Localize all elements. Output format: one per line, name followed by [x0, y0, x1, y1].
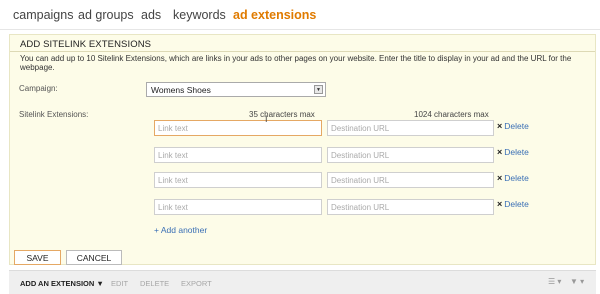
- delete-button[interactable]: DELETE: [140, 279, 169, 288]
- bottom-toolbar: ADD AN EXTENSION ▼ EDIT DELETE EXPORT ☰ …: [9, 270, 596, 294]
- campaign-select[interactable]: Womens Shoes ▼: [146, 82, 326, 97]
- edit-button[interactable]: EDIT: [111, 279, 128, 288]
- tab-ad-groups[interactable]: ad groups: [78, 8, 134, 22]
- text-cursor-icon: I: [265, 114, 268, 124]
- delete-link[interactable]: Delete: [504, 199, 529, 209]
- link-text-hint: 35 characters max: [249, 110, 315, 119]
- destination-url-input[interactable]: Destination URL: [327, 120, 494, 136]
- close-icon: ×: [497, 199, 503, 209]
- delete-row-button[interactable]: × Delete: [497, 147, 529, 157]
- link-text-input[interactable]: Link text: [154, 147, 322, 163]
- delete-row-button[interactable]: × Delete: [497, 199, 529, 209]
- link-text-input[interactable]: Link text: [154, 199, 322, 215]
- save-button[interactable]: SAVE: [14, 250, 61, 265]
- panel-description: You can add up to 10 Sitelink Extensions…: [20, 54, 572, 72]
- add-extension-button[interactable]: ADD AN EXTENSION ▼: [20, 279, 104, 288]
- delete-link[interactable]: Delete: [504, 173, 529, 183]
- destination-url-input[interactable]: Destination URL: [327, 172, 494, 188]
- columns-icon[interactable]: ☰ ▾: [548, 277, 561, 286]
- chevron-down-icon[interactable]: ▼: [314, 85, 323, 94]
- url-hint: 1024 characters max: [414, 110, 489, 119]
- delete-row-button[interactable]: × Delete: [497, 173, 529, 183]
- campaign-select-value: Womens Shoes: [151, 85, 211, 95]
- link-text-input[interactable]: Link text: [154, 120, 322, 136]
- filter-icon[interactable]: ▼ ▾: [570, 277, 584, 286]
- delete-link[interactable]: Delete: [504, 147, 529, 157]
- export-button[interactable]: EXPORT: [181, 279, 212, 288]
- close-icon: ×: [497, 121, 503, 131]
- cancel-button[interactable]: CANCEL: [66, 250, 122, 265]
- panel-title: ADD SITELINK EXTENSIONS: [20, 39, 152, 50]
- add-another-link[interactable]: + Add another: [154, 225, 207, 235]
- tab-campaigns[interactable]: campaigns: [13, 8, 73, 22]
- tab-ads[interactable]: ads: [141, 8, 161, 22]
- close-icon: ×: [497, 147, 503, 157]
- delete-link[interactable]: Delete: [504, 121, 529, 131]
- campaign-label: Campaign:: [19, 84, 58, 93]
- delete-row-button[interactable]: × Delete: [497, 121, 529, 131]
- nav-tabs: campaigns ad groups ads keywords ad exte…: [0, 0, 600, 30]
- destination-url-input[interactable]: Destination URL: [327, 199, 494, 215]
- tab-ad-extensions[interactable]: ad extensions: [233, 8, 316, 22]
- tab-keywords[interactable]: keywords: [173, 8, 226, 22]
- title-divider: [10, 51, 595, 52]
- close-icon: ×: [497, 173, 503, 183]
- destination-url-input[interactable]: Destination URL: [327, 147, 494, 163]
- sitelinks-label: Sitelink Extensions:: [19, 110, 89, 119]
- link-text-input[interactable]: Link text: [154, 172, 322, 188]
